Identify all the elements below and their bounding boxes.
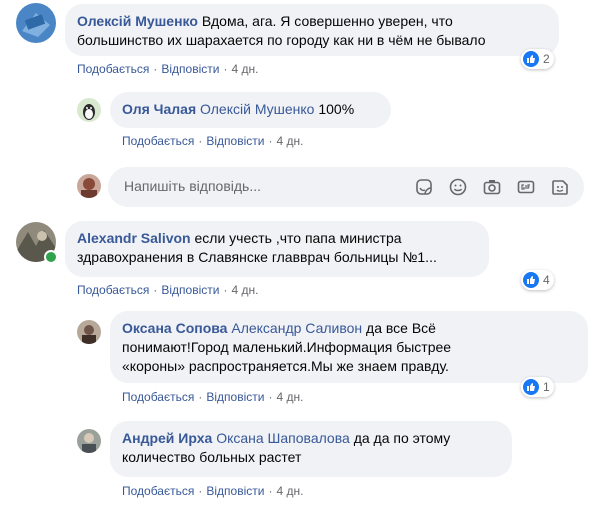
comment-text: да все Всё bbox=[366, 320, 436, 336]
comment-author[interactable]: Alexandr Salivon bbox=[77, 230, 191, 246]
reply-link[interactable]: Відповісти bbox=[161, 283, 219, 297]
comment-author[interactable]: Оксана Сопова bbox=[122, 320, 227, 336]
like-icon bbox=[523, 379, 539, 395]
avatar[interactable] bbox=[77, 98, 101, 122]
comment-text: Вдома, ага. Я совершенно уверен, что bbox=[201, 13, 453, 29]
reply-link[interactable]: Відповісти bbox=[206, 390, 264, 404]
comment-author[interactable]: Оля Чалая bbox=[122, 101, 196, 117]
comment-author[interactable]: Андрей Ирха bbox=[122, 430, 212, 446]
avatar[interactable] bbox=[77, 429, 101, 453]
avatar[interactable] bbox=[16, 3, 56, 43]
like-link[interactable]: Подобається bbox=[122, 134, 194, 148]
comment-text: здравохранения в Славянске главврач боль… bbox=[77, 249, 437, 265]
like-link[interactable]: Подобається bbox=[122, 390, 194, 404]
comment-text: количество больных растет bbox=[122, 449, 302, 465]
reaction-count[interactable]: 4 bbox=[521, 270, 554, 290]
comment-text: понимают!Город маленький.Информация быст… bbox=[122, 339, 452, 355]
reply-link[interactable]: Відповісти bbox=[206, 134, 264, 148]
comment-bubble: Андрей Ирха Оксана Шаповалова да да по э… bbox=[110, 421, 512, 477]
comment-actions: Подобається · Відповісти · 4 дн. bbox=[122, 134, 304, 148]
gif-icon[interactable] bbox=[516, 177, 536, 197]
comment-actions: Подобається · Відповісти · 4 дн. bbox=[77, 283, 259, 297]
reaction-count[interactable]: 2 bbox=[521, 49, 554, 69]
emoji-icon[interactable] bbox=[448, 177, 468, 197]
comment-bubble: Alexandr Salivon если учесть ,что папа м… bbox=[65, 221, 489, 277]
avatar-sticker-icon[interactable] bbox=[550, 177, 570, 197]
comment-text: большинство их шарахается по городу как … bbox=[77, 32, 486, 48]
timestamp[interactable]: 4 дн. bbox=[231, 283, 258, 297]
comment-text: если учесть ,что папа министра bbox=[194, 230, 402, 246]
timestamp[interactable]: 4 дн. bbox=[276, 134, 303, 148]
like-link[interactable]: Подобається bbox=[122, 484, 194, 498]
sticker-icon[interactable] bbox=[414, 177, 434, 197]
like-icon bbox=[523, 51, 539, 67]
comment-bubble: Оля Чалая Олексій Мушенко 100% bbox=[110, 92, 391, 128]
reply-input[interactable]: Напишіть відповідь... bbox=[108, 167, 584, 207]
comment-text: 100% bbox=[318, 101, 355, 117]
comment-actions: Подобається · Відповісти · 4 дн. bbox=[77, 62, 259, 76]
timestamp[interactable]: 4 дн. bbox=[231, 62, 258, 76]
mention-link[interactable]: Александр Саливон bbox=[231, 320, 362, 336]
reply-link[interactable]: Відповісти bbox=[206, 484, 264, 498]
comment-bubble: Олексій Мушенко Вдома, ага. Я совершенно… bbox=[65, 4, 559, 56]
mention-link[interactable]: Оксана Шаповалова bbox=[216, 430, 350, 446]
comment-actions: Подобається · Відповісти · 4 дн. bbox=[122, 484, 304, 498]
comment-actions: Подобається · Відповісти · 4 дн. bbox=[122, 390, 304, 404]
online-status-dot bbox=[44, 250, 58, 264]
comment-text: «короны» распространяется.Мы же знаем пр… bbox=[122, 358, 449, 374]
reaction-count[interactable]: 1 bbox=[521, 377, 554, 397]
mention-link[interactable]: Олексій Мушенко bbox=[200, 101, 314, 117]
avatar[interactable] bbox=[77, 320, 101, 344]
avatar bbox=[77, 174, 101, 198]
reply-placeholder: Напишіть відповідь... bbox=[124, 178, 261, 194]
comment-bubble: Оксана Сопова Александр Саливон да все В… bbox=[110, 311, 588, 383]
comment-author[interactable]: Олексій Мушенко bbox=[77, 13, 198, 29]
timestamp[interactable]: 4 дн. bbox=[276, 390, 303, 404]
comment-text: да да по этому bbox=[353, 430, 451, 446]
like-link[interactable]: Подобається bbox=[77, 62, 149, 76]
like-icon bbox=[523, 272, 539, 288]
like-link[interactable]: Подобається bbox=[77, 283, 149, 297]
camera-icon[interactable] bbox=[482, 177, 502, 197]
timestamp[interactable]: 4 дн. bbox=[276, 484, 303, 498]
reply-link[interactable]: Відповісти bbox=[161, 62, 219, 76]
